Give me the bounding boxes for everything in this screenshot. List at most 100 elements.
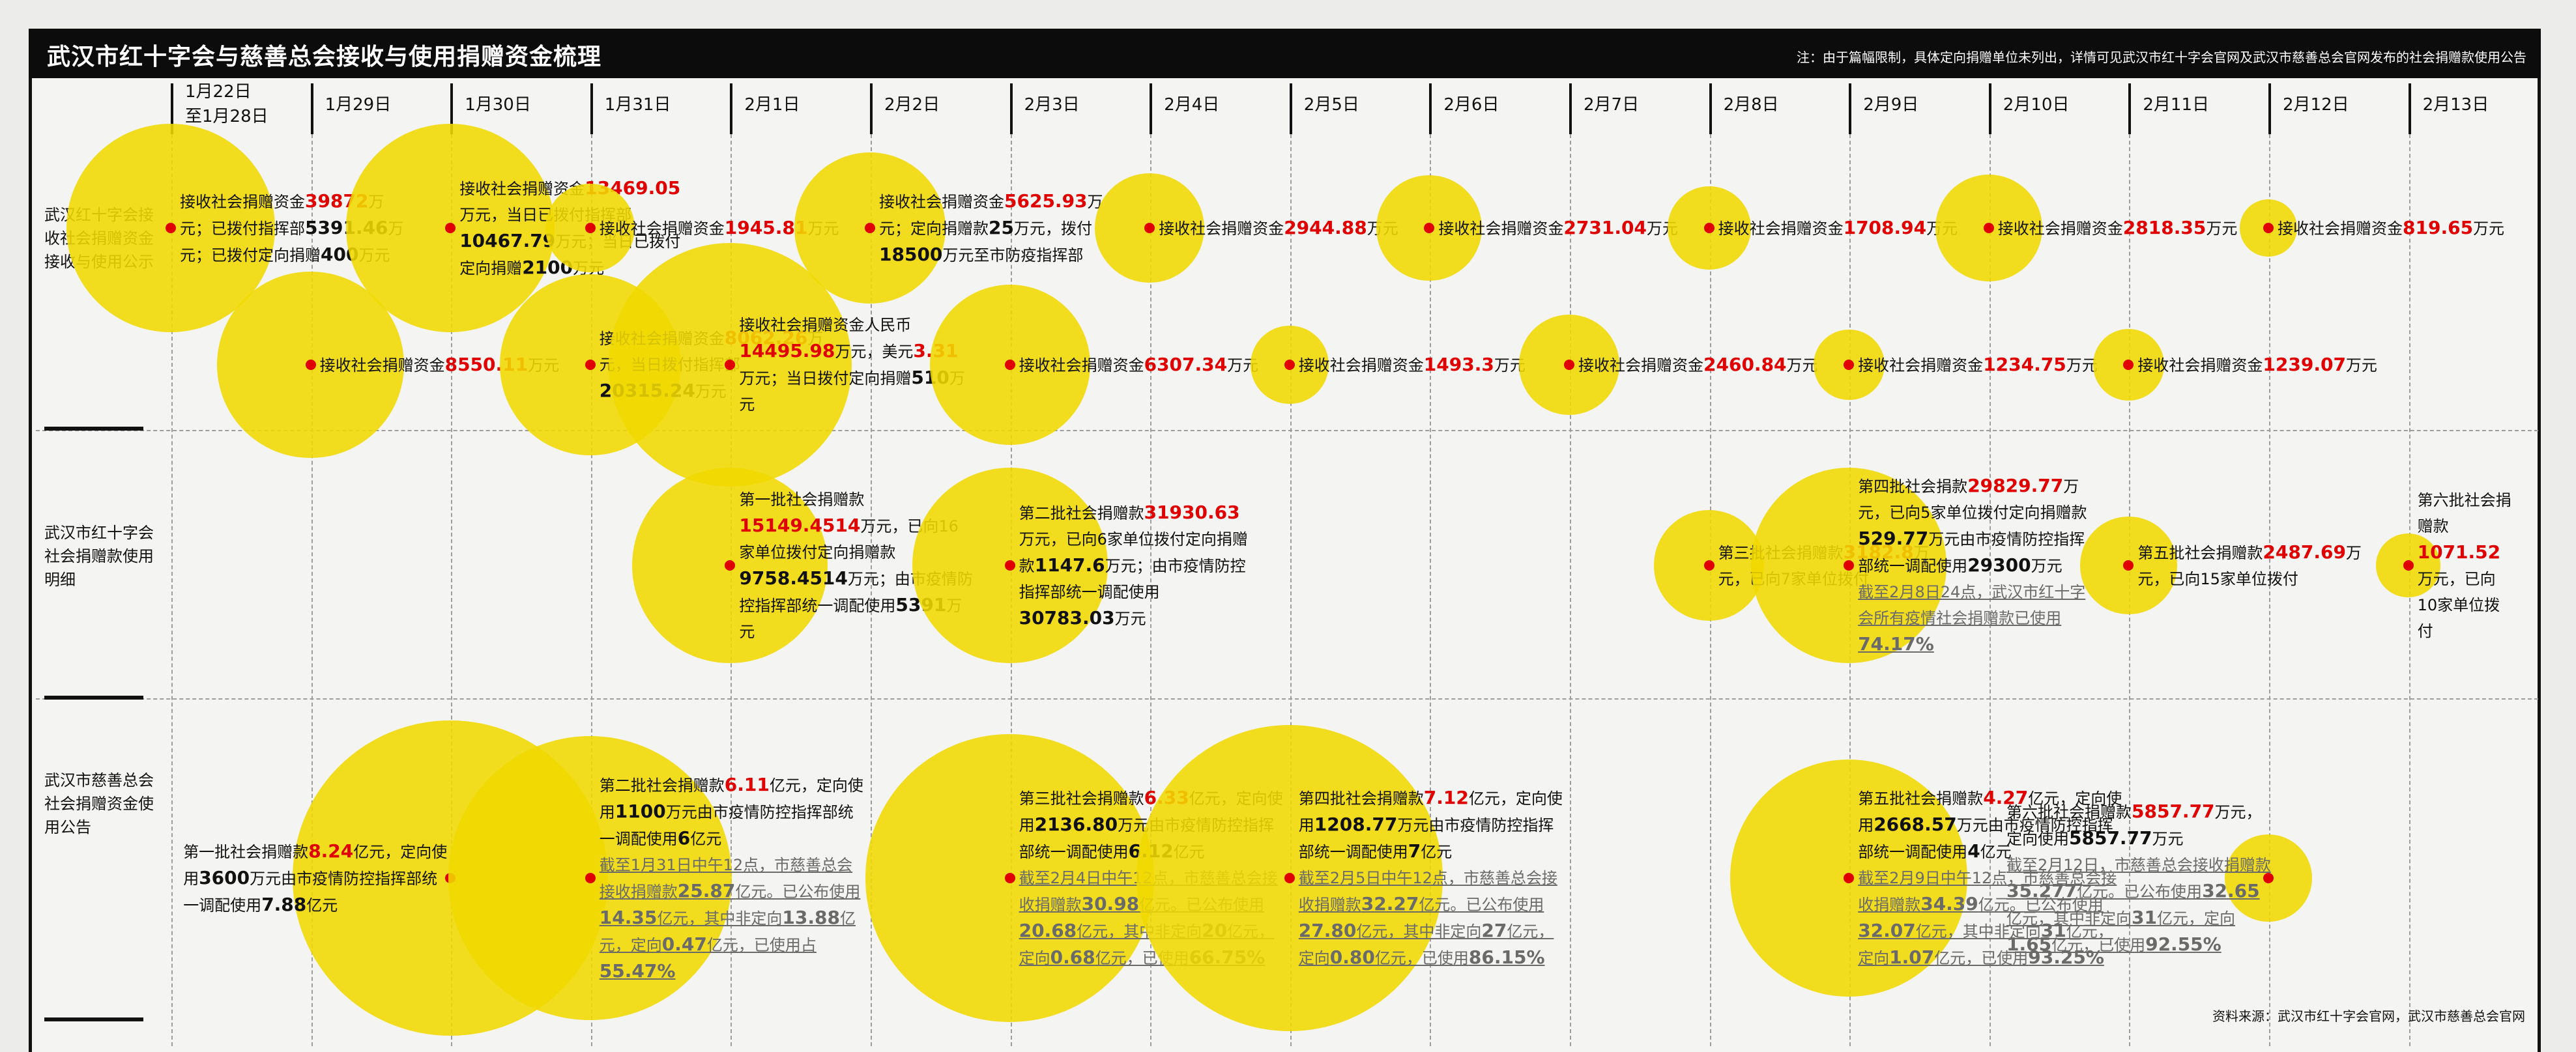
annotation-segment: 亿元。已公布使用 xyxy=(2077,882,2203,901)
annotation-segment: 接收社会捐赠资金人民币 xyxy=(739,316,912,334)
date-tick xyxy=(870,83,873,134)
annotation-segment: 31930.63 xyxy=(1144,501,1240,523)
title-bar: 武汉市红十字会与慈善总会接收与使用捐赠资金梳理 注：由于篇幅限制，具体定向捐赠单… xyxy=(29,29,2541,78)
bubble-center-dot xyxy=(1284,360,1295,370)
annotation-segment: 10467.79 xyxy=(459,229,556,251)
date-tick xyxy=(1429,83,1432,134)
date-label: 2月10日 xyxy=(2003,92,2070,117)
grid-hline xyxy=(36,430,2538,431)
annotation-segment: 27.80 xyxy=(1298,920,1357,941)
bubble-annotation: 第六批社会捐赠款 1071.52 万元，已向10家单位拨付 xyxy=(2418,487,2515,644)
date-label: 2月6日 xyxy=(1443,92,1499,117)
date-label-line: 2月12日 xyxy=(2283,95,2349,115)
date-label: 2月11日 xyxy=(2143,92,2209,117)
annotation-segment: 亿元，其中非定向 xyxy=(657,909,783,928)
bubble-annotation: 接收社会捐赠资金819.65万元 xyxy=(2278,215,2551,242)
annotation-segment: 第四批社会捐赠款 xyxy=(1298,789,1424,808)
bubble-annotation: 接收社会捐赠资金1234.75万元 xyxy=(1858,352,2132,378)
annotation-segment: 接收社会捐赠资金 xyxy=(2137,356,2263,375)
annotation-segment: 6 xyxy=(677,827,691,849)
annotation-segment: 20.68 xyxy=(1019,920,1077,941)
row-label: 武汉市红十字会社会捐赠款使用明细 xyxy=(44,524,154,589)
date-label: 2月13日 xyxy=(2423,92,2489,117)
annotation-segment: 接收社会捐赠资金 xyxy=(599,219,725,238)
annotation-segment: 32.65 xyxy=(2202,879,2260,902)
annotation-segment: 31 xyxy=(2132,906,2157,928)
bubble-center-dot xyxy=(865,223,875,233)
annotation-segment: 6.11 xyxy=(724,773,770,795)
annotation-segment: 亿元，已使用 xyxy=(1374,949,1469,967)
annotation-segment: 接收社会捐赠资金 xyxy=(1858,356,1984,375)
annotation-segment: 亿元。已公布使用 xyxy=(735,882,861,901)
annotation-segment: 接收社会捐赠资金 xyxy=(1997,219,2123,238)
date-tick xyxy=(1849,83,1852,134)
annotation-segment: 万元，拨付 xyxy=(1013,219,1092,238)
bubble-center-dot xyxy=(585,223,596,233)
date-tick xyxy=(2408,83,2411,134)
annotation-segment: 5857.77 xyxy=(2069,827,2152,849)
date-label-line: 2月4日 xyxy=(1164,95,1220,115)
bubble-annotation: 第一批社会捐赠款8.24亿元，定向使用3600万元由市疫情防控指挥部统一调配使用… xyxy=(183,838,450,918)
date-tick xyxy=(1569,83,1572,134)
annotation-segment: 34.39 xyxy=(1920,893,1978,915)
date-tick xyxy=(1988,83,1991,134)
annotation-segment: 1100 xyxy=(615,800,666,822)
date-label-line: 1月31日 xyxy=(604,95,671,115)
date-label-line: 2月1日 xyxy=(744,95,800,115)
date-tick xyxy=(730,83,733,134)
annotation-segment: 1493.3 xyxy=(1423,353,1494,375)
annotation-segment: 32.07 xyxy=(1858,920,1916,941)
date-label-line: 2月8日 xyxy=(1723,95,1779,115)
bubble-center-dot xyxy=(1703,560,1715,571)
annotation-segment: 1234.75 xyxy=(1983,353,2066,375)
annotation-segment: 8.24 xyxy=(308,840,354,862)
date-label-line: 2月7日 xyxy=(1584,95,1640,115)
bubble-center-dot xyxy=(1564,360,1574,370)
annotation-segment: 2668.57 xyxy=(1874,814,1957,835)
date-label-line: 2月11日 xyxy=(2143,95,2210,115)
date-label-line: 2月3日 xyxy=(1024,95,1080,115)
bubble-center-dot xyxy=(1703,223,1715,233)
annotation-segment: 1708.94 xyxy=(1843,216,1927,238)
annotation-segment: 接收社会捐赠资金 xyxy=(1578,356,1703,375)
date-label: 1月31日 xyxy=(605,92,671,117)
page-title: 武汉市红十字会与慈善总会接收与使用捐赠资金梳理 xyxy=(47,44,602,70)
bubble-annotation: 第二批社会捐赠款31930.63万元，已向6家单位拨付定向捐赠款1147.6万元… xyxy=(1019,500,1254,632)
annotation-segment: 35.277 xyxy=(2006,879,2077,902)
annotation-segment: 接收社会捐赠资金 xyxy=(180,192,305,211)
date-tick xyxy=(2128,83,2132,134)
annotation-segment: 18500 xyxy=(879,243,943,265)
bubble-center-dot xyxy=(2403,560,2414,571)
annotation-segment: 86.15% xyxy=(1468,946,1545,968)
date-tick xyxy=(1150,83,1153,134)
annotation-segment: 万元 xyxy=(2345,356,2377,375)
source-note: 资料来源：武汉市红十字会官网，武汉市慈善总会官网 xyxy=(2212,1008,2525,1024)
annotation-segment: 第五批社会捐赠款 xyxy=(1858,789,1984,808)
annotation-segment: 0.47 xyxy=(661,933,707,955)
annotation-segment: 接收社会捐赠资金 xyxy=(1298,356,1424,375)
annotation-segment: 5857.77 xyxy=(2132,800,2215,822)
annotation-segment: 1.07 xyxy=(1889,946,1935,968)
row-divider xyxy=(44,427,143,431)
annotation-segment: 万元，已向10家单位拨付 xyxy=(2417,569,2500,640)
annotation-segment: 2818.35 xyxy=(2122,216,2207,238)
row-divider xyxy=(44,1017,143,1021)
annotation-segment: 2487.69 xyxy=(2263,541,2346,563)
annotation-segment: 32.27 xyxy=(1361,893,1419,915)
annotation-segment: 1.65 xyxy=(2006,933,2052,955)
annotation-segment: 2136.80 xyxy=(1034,814,1118,835)
date-label-line: 1月22日 xyxy=(185,82,252,102)
annotation-segment: 万元 xyxy=(1114,609,1146,628)
annotation-segment: 亿元。已公布使用 xyxy=(1419,896,1544,914)
row-label: 武汉市慈善总会社会捐赠资金使用公告 xyxy=(44,771,154,836)
annotation-segment: 第二批社会捐赠款 xyxy=(599,776,725,795)
grid-vline xyxy=(1570,134,1571,1046)
bubble-center-dot xyxy=(2263,223,2274,233)
row-divider xyxy=(44,696,143,700)
annotation-segment: 第二批社会捐赠款 xyxy=(1019,504,1144,522)
annotation-segment: 万元至市防疫指挥部 xyxy=(942,246,1084,264)
annotation-segment: 亿元，已使用占 xyxy=(706,935,817,954)
bubble-center-dot xyxy=(1983,223,1994,233)
annotation-segment: 29829.77 xyxy=(1967,475,2064,496)
annotation-segment: 第五批社会捐赠款 xyxy=(2137,543,2263,562)
